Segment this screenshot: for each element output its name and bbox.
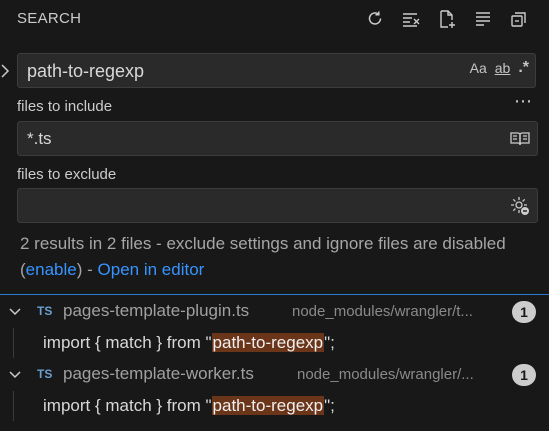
toggle-search-details-button[interactable]: ⋯ [514, 91, 533, 112]
use-regex-toggle[interactable]: .* [518, 59, 529, 77]
files-to-exclude-label: files to exclude [17, 166, 117, 183]
chevron-down-icon[interactable] [8, 305, 22, 319]
files-to-include-label: files to include [17, 98, 113, 115]
search-input[interactable]: path-to-regexp Aa ab .* [17, 53, 536, 88]
panel-title: SEARCH [17, 10, 82, 27]
new-search-editor-icon[interactable] [435, 7, 459, 31]
open-in-editor-link[interactable]: Open in editor [98, 260, 205, 279]
match-line-text: import { match } from "path-to-regexp"; [43, 396, 335, 416]
search-header: SEARCH [0, 0, 549, 38]
result-match-line[interactable]: import { match } from "path-to-regexp"; [0, 328, 549, 358]
match-highlight: path-to-regexp [211, 333, 325, 352]
match-whole-word-toggle[interactable]: ab [495, 60, 511, 76]
result-file-path: node_modules/wrangler/t... [292, 303, 473, 320]
match-prefix: import { match } from " [43, 333, 212, 352]
collapse-all-icon[interactable] [507, 7, 531, 31]
result-file-row[interactable]: TS pages-template-worker.ts node_modules… [0, 360, 549, 391]
header-actions [363, 7, 531, 31]
settings-gear-exclude-icon[interactable] [509, 195, 531, 217]
message-separator: ) - [76, 260, 98, 279]
match-suffix: "; [324, 333, 335, 352]
match-highlight: path-to-regexp [211, 396, 325, 415]
match-count-badge: 1 [512, 364, 536, 386]
match-case-toggle[interactable]: Aa [470, 60, 487, 76]
match-line-text: import { match } from "path-to-regexp"; [43, 333, 335, 353]
results-divider [0, 294, 549, 295]
result-file-name: pages-template-worker.ts [63, 364, 254, 383]
search-panel: SEARCH path-to-regexp Aa ab .* ⋯ files t… [0, 0, 549, 431]
search-options: Aa ab .* [470, 59, 529, 77]
view-as-tree-icon[interactable] [471, 7, 495, 31]
result-file-row[interactable]: TS pages-template-plugin.ts node_modules… [0, 297, 549, 328]
files-to-include-input[interactable]: *.ts [17, 121, 538, 156]
search-results-message: 2 results in 2 files - exclude settings … [20, 231, 530, 283]
match-prefix: import { match } from " [43, 396, 212, 415]
enable-link[interactable]: enable [26, 260, 77, 279]
files-to-include-value: *.ts [27, 129, 52, 148]
search-query: path-to-regexp [27, 61, 145, 81]
book-icon[interactable] [509, 128, 531, 150]
result-file-path: node_modules/wrangler/... [297, 366, 474, 383]
tree-indent-guide [13, 391, 14, 421]
files-to-exclude-input[interactable] [17, 188, 538, 223]
typescript-file-icon: TS [37, 304, 53, 318]
match-suffix: "; [324, 396, 335, 415]
tree-indent-guide [13, 328, 14, 358]
clear-results-icon[interactable] [399, 7, 423, 31]
match-count-badge: 1 [512, 301, 536, 323]
typescript-file-icon: TS [37, 367, 53, 381]
result-file-name: pages-template-plugin.ts [63, 301, 250, 320]
result-match-line[interactable]: import { match } from "path-to-regexp"; [0, 391, 549, 421]
refresh-icon[interactable] [363, 7, 387, 31]
chevron-down-icon[interactable] [8, 368, 22, 382]
toggle-replace-chevron-icon[interactable] [0, 62, 12, 80]
